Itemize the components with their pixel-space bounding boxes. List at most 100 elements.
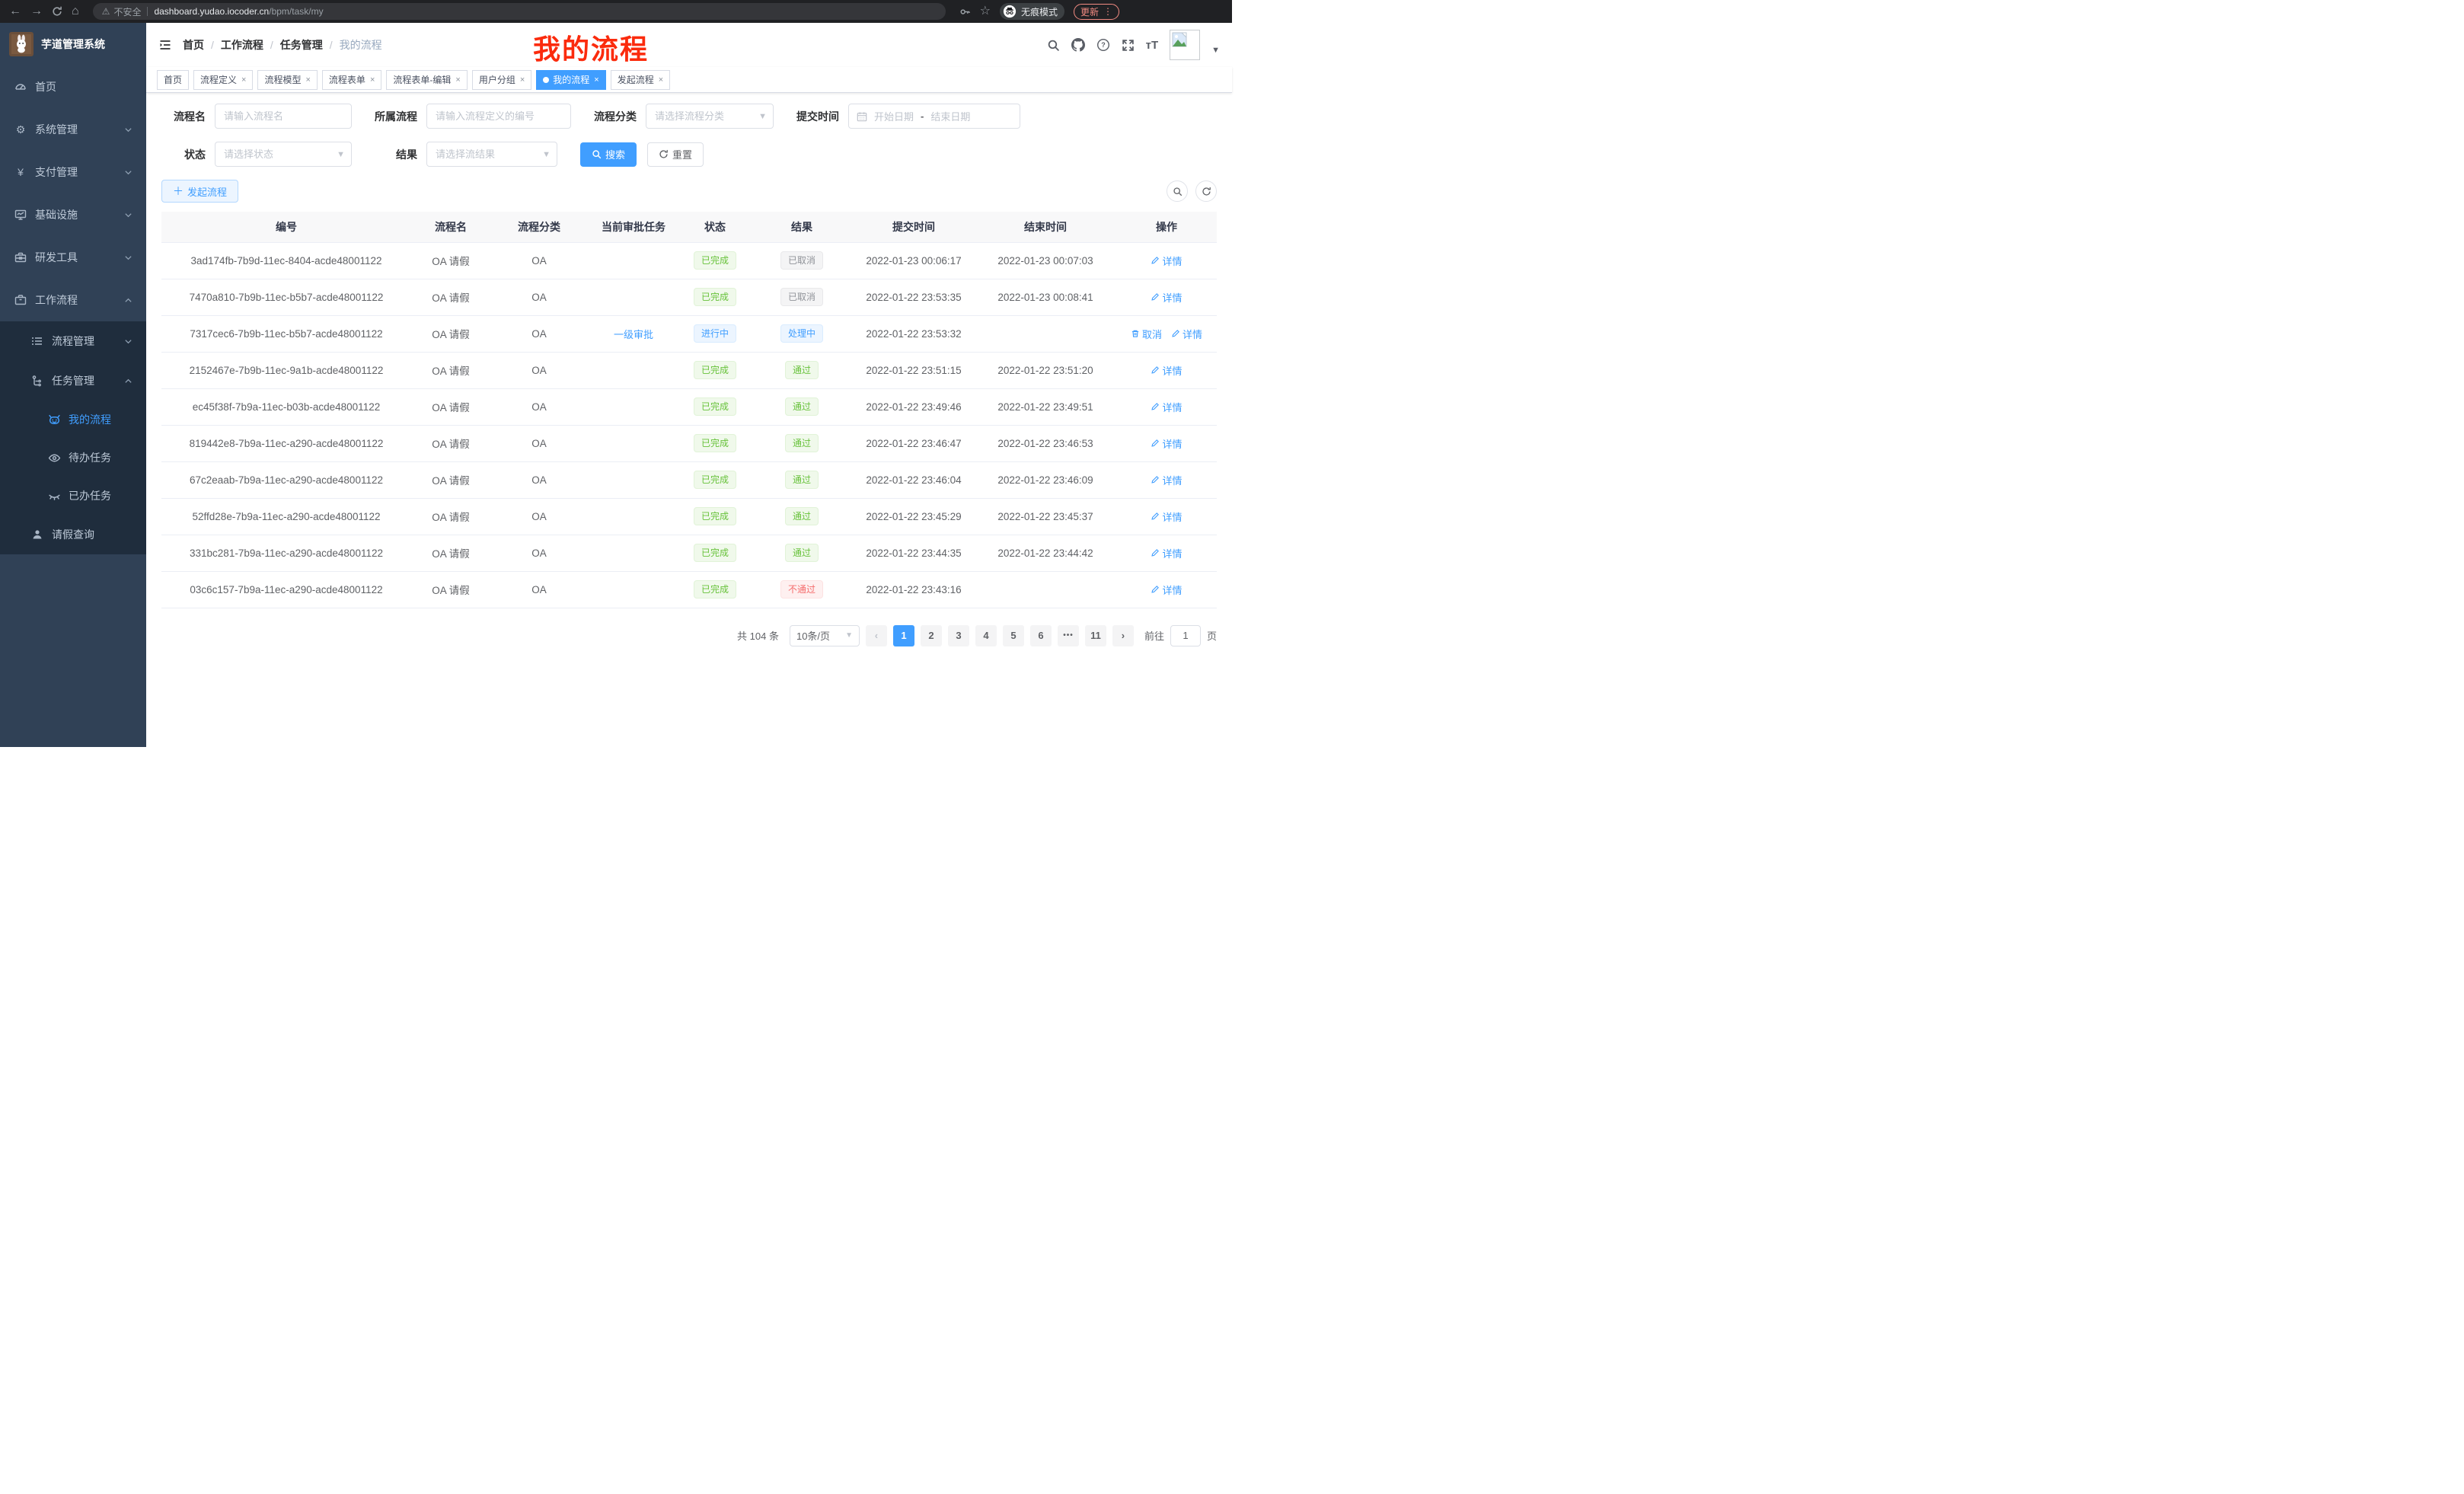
page-size-select[interactable]: 10条/页▼ — [790, 625, 860, 646]
category-select[interactable]: ▼ — [646, 104, 774, 129]
tab-start-process[interactable]: 发起流程× — [611, 70, 670, 90]
status-badge: 已完成 — [694, 361, 736, 379]
close-icon[interactable]: × — [370, 75, 375, 85]
detail-link[interactable]: 详情 — [1151, 400, 1182, 414]
cancel-link[interactable]: 取消 — [1131, 327, 1162, 341]
sidebar-item-infra[interactable]: 基础设施 — [0, 193, 146, 236]
result-badge: 通过 — [785, 434, 819, 452]
github-icon[interactable] — [1071, 38, 1085, 52]
next-page-button[interactable]: › — [1112, 625, 1134, 646]
close-icon[interactable]: × — [305, 75, 310, 85]
browser-forward-button[interactable]: → — [30, 5, 43, 18]
sidebar-item-task-mgmt[interactable]: 任务管理 — [0, 361, 146, 401]
detail-link[interactable]: 详情 — [1151, 290, 1182, 305]
submit-time-range-picker[interactable]: 开始日期 - 结束日期 — [848, 104, 1020, 129]
sidebar-item-workflow[interactable]: 工作流程 — [0, 279, 146, 321]
close-icon[interactable]: × — [241, 75, 246, 85]
tab-user-group[interactable]: 用户分组× — [472, 70, 531, 90]
goto-page-input[interactable] — [1170, 625, 1201, 646]
process-name-input[interactable] — [215, 104, 352, 129]
avatar-menu-caret[interactable]: ▼ — [1211, 46, 1220, 55]
refresh-table-button[interactable] — [1195, 180, 1217, 202]
sidebar-collapse-button[interactable] — [158, 38, 172, 52]
help-icon[interactable]: ? — [1096, 38, 1110, 52]
detail-link[interactable]: 详情 — [1151, 363, 1182, 378]
incognito-badge: 无痕模式 — [1000, 3, 1064, 20]
browser-home-button[interactable]: ⌂ — [72, 5, 79, 18]
tab-process-form[interactable]: 流程表单× — [322, 70, 381, 90]
status-badge: 已完成 — [694, 288, 736, 306]
result-badge: 通过 — [785, 361, 819, 379]
breadcrumb-home[interactable]: 首页 — [183, 37, 204, 53]
header-search-icon[interactable] — [1047, 39, 1060, 52]
detail-link[interactable]: 详情 — [1151, 546, 1182, 560]
password-key-icon[interactable] — [959, 6, 971, 18]
sidebar-item-devtools[interactable]: 研发工具 — [0, 236, 146, 279]
result-select[interactable]: ▼ — [426, 142, 557, 167]
fullscreen-icon[interactable] — [1122, 39, 1135, 52]
tab-process-form-edit[interactable]: 流程表单-编辑× — [386, 70, 467, 90]
detail-link[interactable]: 详情 — [1151, 509, 1182, 524]
reset-button[interactable]: 重置 — [647, 142, 704, 167]
detail-link[interactable]: 详情 — [1151, 583, 1182, 597]
close-icon[interactable]: × — [659, 75, 663, 85]
sidebar-item-leave-query[interactable]: 请假查询 — [0, 515, 146, 554]
font-size-icon[interactable]: ᴛT — [1146, 39, 1159, 52]
detail-link[interactable]: 详情 — [1171, 327, 1202, 341]
col-header-end-time: 结束时间 — [975, 212, 1116, 242]
sidebar-item-done-tasks[interactable]: 已办任务 — [0, 477, 146, 515]
current-task-link[interactable]: 一级审批 — [614, 327, 653, 341]
page-button[interactable]: 5 — [1003, 625, 1024, 646]
bookmark-star-icon[interactable]: ☆ — [980, 5, 991, 18]
toggle-search-button[interactable] — [1167, 180, 1188, 202]
pen-icon — [1151, 475, 1160, 484]
page-button[interactable]: 11 — [1085, 625, 1106, 646]
filter-label-status: 状态 — [161, 147, 206, 162]
tab-process-definition[interactable]: 流程定义× — [193, 70, 253, 90]
app-logo[interactable]: 芋道管理系统 — [0, 23, 146, 65]
col-header-category: 流程分类 — [490, 212, 588, 242]
page-ellipsis[interactable]: ••• — [1058, 625, 1079, 646]
close-icon[interactable]: × — [455, 75, 460, 85]
briefcase-icon — [14, 294, 27, 306]
status-select[interactable]: ▼ — [215, 142, 352, 167]
sidebar-item-payment[interactable]: ¥ 支付管理 — [0, 151, 146, 193]
tab-process-model[interactable]: 流程模型× — [257, 70, 317, 90]
sidebar-item-system[interactable]: ⚙ 系统管理 — [0, 108, 146, 151]
avatar[interactable] — [1170, 30, 1200, 60]
page-button[interactable]: 6 — [1030, 625, 1052, 646]
sidebar-item-process-mgmt[interactable]: 流程管理 — [0, 321, 146, 361]
browser-back-button[interactable]: ← — [9, 5, 21, 18]
parent-process-input[interactable] — [426, 104, 571, 129]
close-icon[interactable]: × — [594, 75, 598, 85]
detail-link[interactable]: 详情 — [1151, 254, 1182, 268]
pen-icon — [1151, 585, 1160, 594]
start-process-button[interactable]: ＋ 发起流程 — [161, 180, 238, 203]
tab-my-process[interactable]: 我的流程× — [536, 70, 605, 90]
page-button[interactable]: 4 — [975, 625, 997, 646]
browser-reload-button[interactable] — [52, 6, 62, 17]
security-indicator[interactable]: ⚠ 不安全 — [102, 5, 142, 18]
pen-icon — [1151, 512, 1160, 521]
page-button[interactable]: 3 — [948, 625, 969, 646]
breadcrumb-task-mgmt[interactable]: 任务管理 — [280, 37, 323, 53]
sidebar-item-todo-tasks[interactable]: 待办任务 — [0, 439, 146, 477]
eye-icon — [47, 452, 61, 464]
tab-home[interactable]: 首页 — [157, 70, 189, 90]
detail-link[interactable]: 详情 — [1151, 436, 1182, 451]
browser-update-button[interactable]: 更新 ⋮ — [1074, 4, 1119, 20]
refresh-icon — [1202, 187, 1211, 196]
sidebar-item-my-process[interactable]: 我的流程 — [0, 401, 146, 439]
browser-menu-dots-icon[interactable]: ⋮ — [1103, 6, 1112, 17]
sidebar-item-home[interactable]: 首页 — [0, 65, 146, 108]
close-icon[interactable]: × — [520, 75, 525, 85]
page-button[interactable]: 1 — [893, 625, 914, 646]
page-button[interactable]: 2 — [921, 625, 942, 646]
chevron-down-icon — [124, 211, 132, 219]
prev-page-button[interactable]: ‹ — [866, 625, 887, 646]
detail-link[interactable]: 详情 — [1151, 473, 1182, 487]
search-button[interactable]: 搜索 — [580, 142, 637, 167]
result-badge: 通过 — [785, 507, 819, 525]
address-bar[interactable]: ⚠ 不安全 dashboard.yudao.iocoder.cn/bpm/tas… — [93, 3, 946, 20]
breadcrumb-workflow[interactable]: 工作流程 — [221, 37, 263, 53]
